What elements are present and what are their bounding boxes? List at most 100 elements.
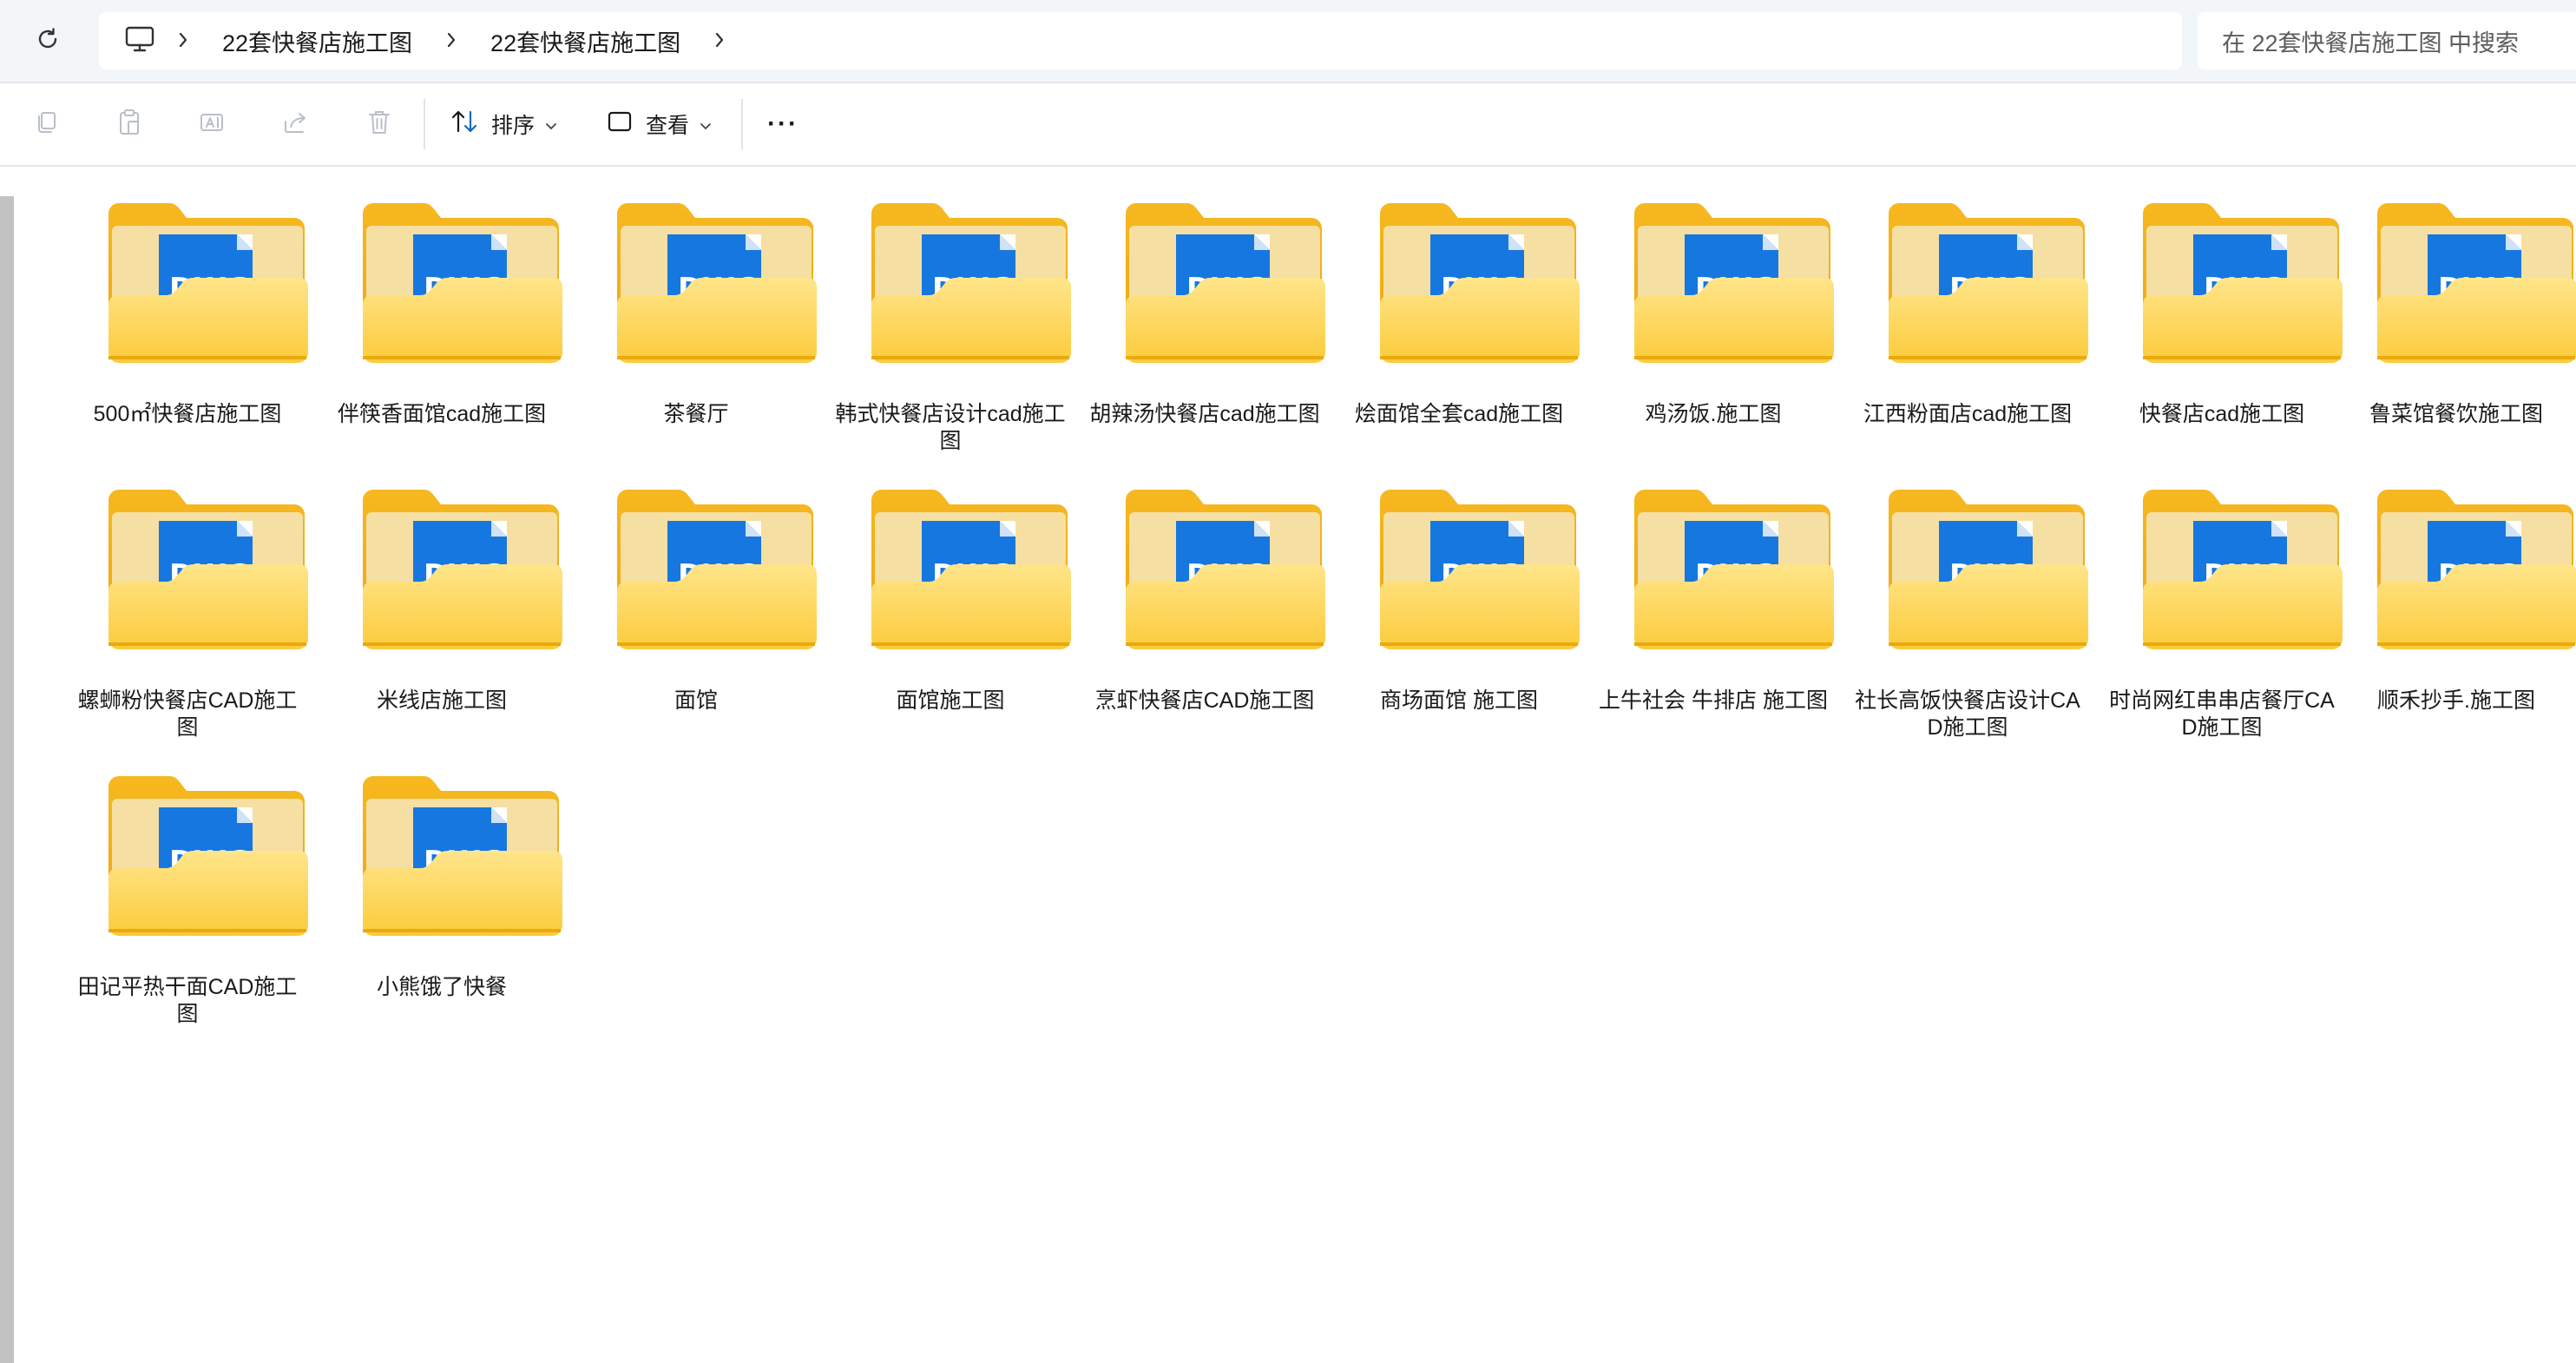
folder-name: 鸡汤饭.施工图 bbox=[1645, 402, 1782, 426]
chevron-down-icon bbox=[545, 112, 557, 137]
folder-name: 胡辣汤快餐店cad施工图 bbox=[1089, 402, 1320, 426]
folder-name: 商场面馆 施工图 bbox=[1380, 688, 1538, 713]
folder-item[interactable]: 米线店施工图 bbox=[322, 453, 562, 731]
cad-folder-icon bbox=[1887, 488, 2088, 649]
folder-item[interactable]: 韩式快餐店设计cad施工图 bbox=[831, 167, 1071, 453]
cad-folder-icon bbox=[1633, 201, 1834, 363]
command-bar: 排序 查看 ··· bbox=[0, 83, 2576, 167]
more-options-button[interactable]: ··· bbox=[767, 99, 798, 149]
breadcrumb-item-current[interactable]: 22套快餐店施工图 bbox=[473, 24, 698, 58]
folder-name: 烩面馆全套cad施工图 bbox=[1354, 402, 1564, 426]
view-icon bbox=[606, 109, 634, 141]
folder-item[interactable]: 面馆 bbox=[576, 453, 816, 731]
folder-item[interactable]: 鸡汤饭.施工图 bbox=[1594, 167, 1833, 444]
folder-item[interactable]: 烹虾快餐店CAD施工图 bbox=[1085, 453, 1324, 731]
folder-name: 烹虾快餐店CAD施工图 bbox=[1094, 688, 1315, 713]
sort-label: 排序 bbox=[491, 114, 536, 138]
folder-name: 面馆施工图 bbox=[896, 688, 1005, 713]
toolbar-divider bbox=[741, 99, 743, 149]
cad-folder-icon bbox=[107, 488, 308, 649]
cad-folder-icon bbox=[1124, 488, 1325, 649]
cad-folder-icon bbox=[107, 201, 308, 363]
folder-item[interactable]: 江西粉面店cad施工图 bbox=[1848, 167, 2087, 444]
cad-folder-icon bbox=[2376, 201, 2576, 363]
navigation-pane-edge bbox=[0, 167, 14, 1363]
copy-button[interactable] bbox=[24, 102, 68, 146]
folder-item[interactable]: 快餐店cad施工图 bbox=[2102, 167, 2342, 444]
share-button[interactable] bbox=[274, 102, 318, 146]
folder-name: 江西粉面店cad施工图 bbox=[1863, 402, 2073, 426]
address-bar: 22套快餐店施工图 22套快餐店施工图 在 22套快餐店施工图 中搜索 bbox=[0, 0, 2576, 83]
cad-folder-icon bbox=[361, 774, 562, 936]
cad-folder-icon bbox=[361, 201, 562, 363]
folder-item[interactable]: 茶餐厅 bbox=[576, 167, 816, 444]
folder-item[interactable]: 上牛社会 牛排店 施工图 bbox=[1594, 453, 1833, 731]
folder-item[interactable]: 顺禾抄手.施工图 bbox=[2336, 453, 2576, 731]
folder-name: 社长高饭快餐店设计CAD施工图 bbox=[1855, 688, 2080, 740]
folder-name: 米线店施工图 bbox=[376, 688, 507, 713]
cad-folder-icon bbox=[1378, 201, 1580, 363]
search-input[interactable]: 在 22套快餐店施工图 中搜索 bbox=[2198, 12, 2576, 69]
cad-folder-icon bbox=[1887, 201, 2088, 363]
monitor-icon bbox=[125, 26, 154, 56]
cad-folder-icon bbox=[615, 488, 817, 649]
folder-item[interactable]: 田记平热干面CAD施工图 bbox=[68, 740, 307, 1026]
folder-name: 伴筷香面馆cad施工图 bbox=[337, 402, 547, 426]
folder-name: 面馆 bbox=[674, 688, 718, 713]
cad-folder-icon bbox=[870, 488, 1071, 649]
rename-button[interactable] bbox=[191, 102, 234, 146]
folder-item[interactable]: 商场面馆 施工图 bbox=[1339, 453, 1579, 731]
chevron-right-icon bbox=[176, 28, 190, 55]
scrollbar-thumb[interactable] bbox=[0, 196, 14, 1363]
file-list: 500㎡快餐店施工图 伴筷香面馆cad施工图 茶餐厅 韩式快餐店设计cad施工图… bbox=[14, 167, 2576, 1363]
chevron-right-icon bbox=[444, 28, 458, 55]
this-pc-button[interactable] bbox=[118, 19, 161, 63]
chevron-right-icon bbox=[713, 28, 726, 55]
folder-name: 快餐店cad施工图 bbox=[2139, 402, 2305, 426]
folder-name: 时尚网红串串店餐厅CAD施工图 bbox=[2109, 688, 2335, 740]
cad-folder-icon bbox=[361, 488, 562, 649]
folder-item[interactable]: 伴筷香面馆cad施工图 bbox=[322, 167, 562, 444]
folder-item[interactable]: 烩面馆全套cad施工图 bbox=[1339, 167, 1579, 444]
folder-item[interactable]: 胡辣汤快餐店cad施工图 bbox=[1085, 167, 1324, 444]
view-label: 查看 bbox=[646, 114, 690, 138]
paste-icon bbox=[116, 109, 142, 141]
share-icon bbox=[282, 109, 310, 140]
folder-name: 上牛社会 牛排店 施工图 bbox=[1599, 688, 1828, 713]
breadcrumb-chevron-button[interactable] bbox=[698, 19, 741, 63]
breadcrumb[interactable]: 22套快餐店施工图 22套快餐店施工图 bbox=[99, 12, 2182, 69]
sort-icon bbox=[450, 108, 479, 142]
folder-name: 螺蛳粉快餐店CAD施工图 bbox=[77, 688, 298, 740]
delete-button[interactable] bbox=[358, 102, 401, 146]
cad-folder-icon bbox=[2141, 201, 2343, 363]
sort-button[interactable]: 排序 bbox=[450, 99, 557, 149]
view-button[interactable]: 查看 bbox=[606, 99, 712, 149]
folder-item[interactable]: 时尚网红串串店餐厅CAD施工图 bbox=[2102, 453, 2343, 740]
folder-name: 韩式快餐店设计cad施工图 bbox=[835, 402, 1066, 453]
folder-item[interactable]: 社长高饭快餐店设计CAD施工图 bbox=[1848, 453, 2088, 740]
cad-folder-icon bbox=[2141, 488, 2343, 649]
trash-icon bbox=[366, 109, 392, 141]
folder-item[interactable]: 螺蛳粉快餐店CAD施工图 bbox=[68, 453, 308, 740]
folder-name: 500㎡快餐店施工图 bbox=[93, 402, 282, 426]
search-placeholder: 在 22套快餐店施工图 中搜索 bbox=[2222, 30, 2520, 56]
chevron-down-icon bbox=[700, 112, 712, 137]
folder-item[interactable]: 面馆施工图 bbox=[831, 453, 1070, 731]
folder-item[interactable]: 500㎡快餐店施工图 bbox=[68, 167, 307, 444]
folder-name: 鲁菜馆餐饮施工图 bbox=[2369, 402, 2543, 426]
refresh-button[interactable] bbox=[26, 19, 69, 63]
more-icon: ··· bbox=[767, 109, 798, 138]
refresh-icon bbox=[35, 26, 61, 56]
folder-item[interactable]: 鲁菜馆餐饮施工图 bbox=[2336, 167, 2576, 444]
paste-button[interactable] bbox=[108, 102, 151, 146]
breadcrumb-chevron-button[interactable] bbox=[161, 19, 205, 63]
breadcrumb-chevron-button[interactable] bbox=[430, 19, 473, 63]
folder-item[interactable]: 小熊饿了快餐 bbox=[322, 740, 562, 1017]
cad-folder-icon bbox=[870, 201, 1071, 363]
cad-folder-icon bbox=[1378, 488, 1580, 649]
folder-name: 小熊饿了快餐 bbox=[376, 975, 507, 999]
breadcrumb-item[interactable]: 22套快餐店施工图 bbox=[205, 24, 430, 58]
toolbar-divider bbox=[424, 99, 425, 149]
cad-folder-icon bbox=[615, 201, 817, 363]
folder-name: 田记平热干面CAD施工图 bbox=[77, 975, 298, 1026]
